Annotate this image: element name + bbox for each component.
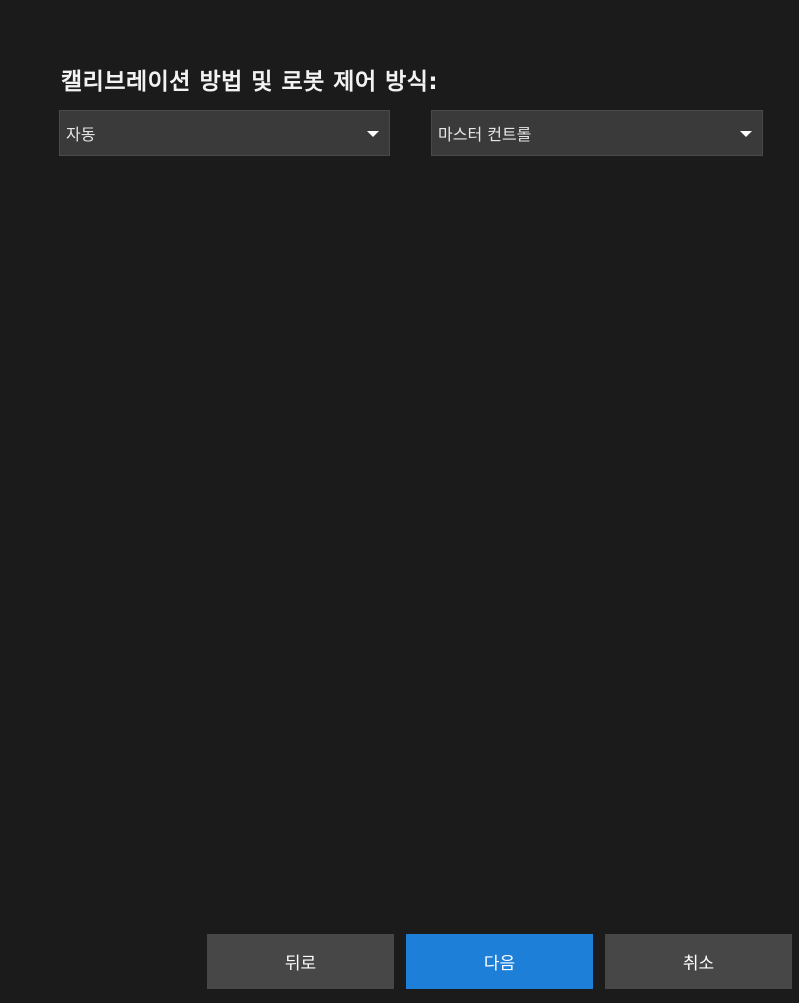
robot-control-value: 마스터 컨트롤 bbox=[438, 125, 532, 144]
next-button[interactable]: 다음 bbox=[406, 934, 593, 989]
cancel-button[interactable]: 취소 bbox=[605, 934, 792, 989]
calibration-method-value: 자동 bbox=[66, 125, 96, 144]
robot-control-dropdown[interactable]: 마스터 컨트롤 bbox=[431, 110, 763, 156]
chevron-down-icon bbox=[740, 131, 752, 137]
calibration-method-dropdown[interactable]: 자동 bbox=[59, 110, 390, 156]
dialog-page: 캘리브레이션 방법 및 로봇 제어 방식: 자동 마스터 컨트롤 뒤로 다음 취… bbox=[0, 0, 799, 1003]
section-heading: 캘리브레이션 방법 및 로봇 제어 방식: bbox=[61, 69, 439, 95]
chevron-down-icon bbox=[367, 131, 379, 137]
back-button[interactable]: 뒤로 bbox=[207, 934, 394, 989]
